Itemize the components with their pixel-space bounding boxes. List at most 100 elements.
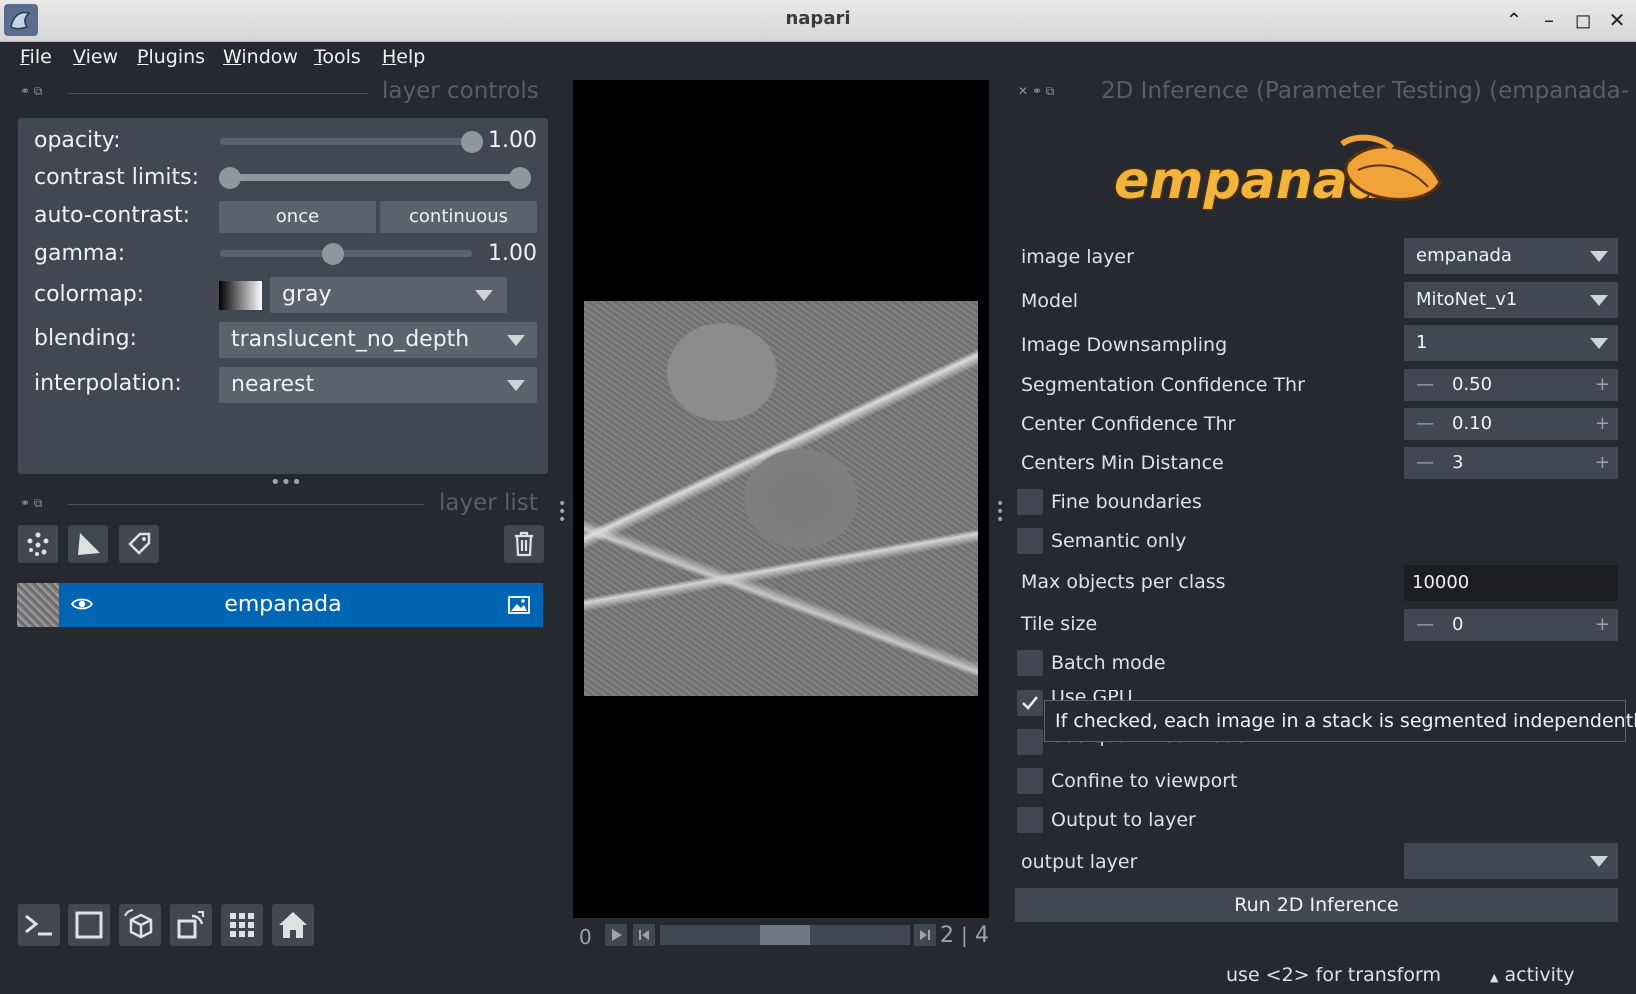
use-gpu-checkbox[interactable] (1017, 690, 1043, 716)
contrast-limits-range (230, 174, 520, 181)
minus-icon[interactable]: — (1416, 408, 1434, 440)
maximize-icon[interactable]: ◻ (1569, 6, 1597, 34)
downsampling-value: 1 (1416, 332, 1428, 353)
right-splitter-handle-icon[interactable]: • • • (996, 497, 1004, 527)
menu-help[interactable]: Help (382, 46, 425, 68)
menu-tools[interactable]: Tools (314, 46, 361, 68)
fine-boundaries-checkbox[interactable] (1017, 489, 1043, 515)
dock-divider (68, 93, 368, 94)
interpolation-select[interactable]: nearest (219, 367, 537, 403)
blending-select[interactable]: translucent_no_depth (219, 322, 537, 358)
dims-slider-handle[interactable] (760, 925, 810, 945)
interpolation-value: nearest (231, 372, 315, 397)
em-image (584, 301, 978, 696)
menu-view[interactable]: View (73, 46, 118, 68)
run-inference-button[interactable]: Run 2D Inference (1015, 888, 1618, 922)
checkmark-icon (1022, 696, 1038, 710)
interpolation-label: interpolation: (34, 371, 182, 396)
tooltip: If checked, each image in a stack is seg… (1044, 700, 1636, 742)
transpose-button[interactable] (170, 904, 212, 946)
menu-file[interactable]: File (20, 46, 52, 68)
tile-size-value: 0 (1452, 614, 1464, 635)
seg-conf-label: Segmentation Confidence Thr (1021, 374, 1305, 396)
use-gpu-label: Use GPU (1051, 690, 1133, 700)
plus-icon[interactable]: + (1595, 447, 1610, 479)
minus-icon[interactable]: — (1416, 609, 1434, 641)
confine-checkbox[interactable] (1017, 768, 1043, 794)
auto-contrast-continuous-button[interactable]: continuous (380, 201, 537, 233)
image-layer-select[interactable]: empanada (1404, 238, 1618, 274)
close-icon[interactable]: ✕ (1603, 6, 1631, 34)
tile-size-spinbox[interactable]: — 0 + (1404, 609, 1618, 641)
activity-label: activity (1504, 964, 1575, 986)
image-layer-value: empanada (1416, 245, 1512, 266)
output-layer-select[interactable] (1404, 843, 1618, 879)
plus-icon[interactable]: + (1595, 609, 1610, 641)
max-objects-label: Max objects per class (1021, 571, 1226, 593)
plus-icon[interactable]: + (1595, 369, 1610, 401)
batch-mode-checkbox[interactable] (1017, 650, 1043, 676)
colormap-select[interactable]: gray (270, 277, 507, 313)
menu-window[interactable]: Window (223, 46, 298, 68)
console-button[interactable] (18, 904, 60, 946)
downsampling-select[interactable]: 1 (1404, 325, 1618, 361)
use-quantized-checkbox[interactable] (1017, 729, 1043, 755)
tile-size-label: Tile size (1021, 613, 1098, 635)
minus-icon[interactable]: — (1416, 369, 1434, 401)
model-select[interactable]: MitoNet_v1 (1404, 282, 1618, 318)
min-distance-spinbox[interactable]: — 3 + (1404, 447, 1618, 479)
layer-name[interactable]: empanada (60, 583, 506, 627)
new-labels-layer-button[interactable] (119, 525, 159, 563)
colormap-label: colormap: (34, 282, 145, 307)
contrast-low-handle[interactable] (219, 167, 241, 189)
auto-contrast-once-button[interactable]: once (219, 201, 376, 233)
step-forward-icon[interactable] (914, 924, 936, 946)
current-slice: 2 (940, 923, 954, 948)
chevron-up-icon[interactable]: ⌃ (1500, 6, 1528, 34)
roll-dims-button[interactable] (119, 904, 161, 946)
max-objects-input[interactable]: 10000 (1404, 565, 1618, 601)
confine-label: Confine to viewport (1051, 770, 1238, 792)
home-button[interactable] (272, 904, 314, 946)
dock-float-icon[interactable]: ⚭ ⧉ (20, 84, 42, 99)
new-shapes-layer-button[interactable] (68, 525, 108, 563)
new-points-layer-button[interactable] (18, 525, 58, 563)
contrast-limits-label: contrast limits: (34, 165, 199, 190)
minus-icon[interactable]: — (1416, 447, 1434, 479)
contrast-high-handle[interactable] (509, 167, 531, 189)
gamma-slider[interactable] (220, 250, 472, 257)
left-splitter-handle-icon[interactable]: • • • (558, 497, 566, 527)
splitter-handle-icon[interactable]: ••• (270, 472, 302, 493)
center-conf-value: 0.10 (1452, 413, 1493, 434)
dock-float-icon[interactable]: ⚭ ⧉ (20, 496, 42, 511)
output-to-layer-checkbox[interactable] (1017, 807, 1043, 833)
fine-boundaries-label: Fine boundaries (1051, 491, 1202, 513)
layer-thumbnail (17, 583, 59, 627)
delete-layer-button[interactable] (504, 525, 544, 563)
plus-icon[interactable]: + (1595, 408, 1610, 440)
window-title: napari (785, 8, 851, 29)
chevron-down-icon (1590, 338, 1608, 349)
dock-close-icon[interactable]: ✕ ⚭ ⧉ (1018, 84, 1054, 99)
min-distance-label: Centers Min Distance (1021, 452, 1224, 474)
ndisplay-button[interactable] (68, 904, 110, 946)
gamma-label: gamma: (34, 241, 126, 266)
semantic-only-checkbox[interactable] (1017, 528, 1043, 554)
colormap-value: gray (282, 282, 332, 307)
minimize-icon[interactable]: – (1535, 6, 1563, 34)
center-conf-spinbox[interactable]: — 0.10 + (1404, 408, 1618, 440)
step-back-icon[interactable] (633, 924, 655, 946)
activity-button[interactable]: ▲ activity (1490, 964, 1575, 986)
play-icon[interactable] (605, 924, 627, 946)
chevron-down-icon (1590, 295, 1608, 306)
menu-plugins[interactable]: Plugins (137, 46, 205, 68)
seg-conf-spinbox[interactable]: — 0.50 + (1404, 369, 1618, 401)
downsampling-label: Image Downsampling (1021, 334, 1228, 356)
model-label: Model (1021, 290, 1079, 312)
opacity-slider-handle[interactable] (461, 131, 483, 153)
chevron-down-icon (507, 380, 525, 391)
opacity-slider[interactable] (220, 138, 472, 145)
status-message: use <2> for transform (1226, 964, 1441, 986)
center-conf-label: Center Confidence Thr (1021, 413, 1236, 435)
grid-view-button[interactable] (221, 904, 263, 946)
